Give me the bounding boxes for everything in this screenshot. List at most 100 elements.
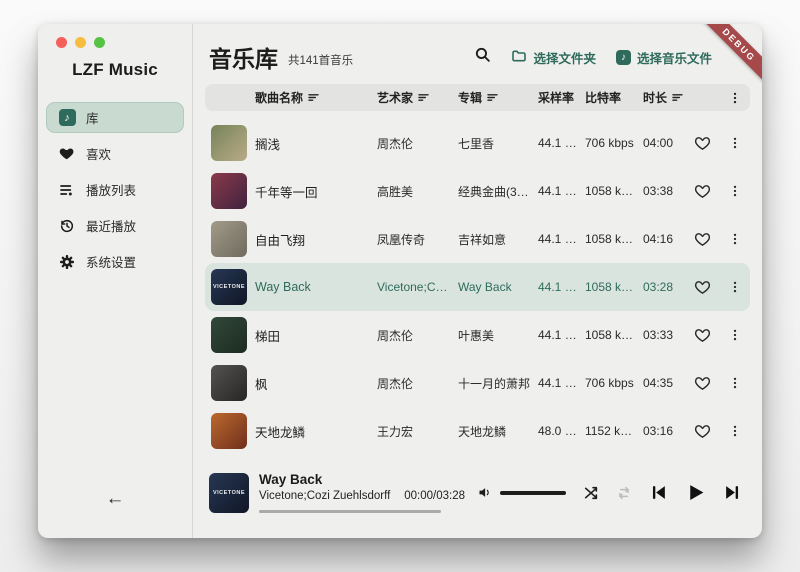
song-title: 梯田 (255, 326, 377, 345)
library-icon: ♪ (58, 109, 76, 127)
now-playing-art: VICETONE (209, 473, 249, 513)
column-header-duration[interactable]: 时长 (643, 89, 685, 106)
song-samplerate: 44.1 kHz (538, 280, 585, 294)
song-row[interactable]: 自由飞翔 凤凰传奇 吉祥如意 44.1 kHz 1058 kbps 04:16 (205, 215, 750, 263)
favorite-button[interactable] (685, 231, 720, 248)
now-playing-artist: Vicetone;Cozi Zuehlsdorff (259, 490, 390, 502)
main-content: DEBUG 音乐库 共141首音乐 (193, 24, 762, 538)
song-bitrate: 1058 kbps (585, 328, 643, 342)
heart-outline-icon (694, 135, 711, 152)
song-album: 天地龙鳞 (458, 423, 538, 440)
column-header-artist[interactable]: 艺术家 (377, 89, 458, 106)
collapse-sidebar-button[interactable]: ← (38, 488, 192, 510)
sidebar-item-recent[interactable]: 最近播放 (46, 210, 184, 241)
kebab-menu-icon (728, 376, 742, 390)
minimize-window-button[interactable] (75, 37, 86, 48)
table-header-row: 歌曲名称 艺术家 专辑 采样率 比特率 时长 (205, 84, 750, 111)
volume-button[interactable] (477, 485, 492, 500)
song-row[interactable]: 天地龙鳞 王力宏 天地龙鳞 48.0 kHz 1152 kbps 03:16 (205, 407, 750, 455)
song-row[interactable]: 搁浅 周杰伦 七里香 44.1 kHz 706 kbps 04:00 (205, 119, 750, 167)
song-artist: 周杰伦 (377, 375, 458, 392)
row-menu-button[interactable] (720, 184, 750, 198)
song-artist: 周杰伦 (377, 135, 458, 152)
favorite-button[interactable] (685, 279, 720, 296)
close-window-button[interactable] (56, 37, 67, 48)
song-samplerate: 44.1 kHz (538, 184, 585, 198)
sidebar-item-label: 播放列表 (86, 180, 136, 199)
song-album: 经典金曲(3)如果... (458, 183, 538, 200)
sidebar-item-settings[interactable]: 系统设置 (46, 246, 184, 277)
song-artist: 高胜美 (377, 183, 458, 200)
previous-track-button[interactable] (649, 483, 668, 502)
row-menu-button[interactable] (720, 136, 750, 150)
song-duration: 03:33 (643, 328, 685, 342)
sidebar-item-label: 喜欢 (86, 144, 111, 163)
song-list: 搁浅 周杰伦 七里香 44.1 kHz 706 kbps 04:00 千年等一回… (205, 119, 750, 455)
column-header-album[interactable]: 专辑 (458, 89, 538, 106)
topbar: 音乐库 共141首音乐 选择文件夹 (193, 24, 762, 84)
row-menu-button[interactable] (720, 328, 750, 342)
song-bitrate: 1152 kbps (585, 424, 643, 438)
column-header-title[interactable]: 歌曲名称 (255, 89, 377, 106)
next-track-button[interactable] (723, 483, 742, 502)
kebab-menu-icon (728, 424, 742, 438)
choose-music-files-button[interactable]: ♪ 选择音乐文件 (616, 48, 712, 67)
song-duration: 04:00 (643, 136, 685, 150)
album-art (211, 173, 247, 209)
sidebar-nav: ♪ 库 喜欢 播放列表 (38, 102, 192, 277)
sidebar-item-playlists[interactable]: 播放列表 (46, 174, 184, 205)
choose-folder-button[interactable]: 选择文件夹 (511, 48, 596, 67)
favorite-button[interactable] (685, 375, 720, 392)
row-menu-button[interactable] (720, 376, 750, 390)
favorite-button[interactable] (685, 423, 720, 440)
player-bar: VICETONE Way Back Vicetone;Cozi Zuehlsdo… (193, 455, 762, 538)
search-button[interactable] (474, 46, 491, 68)
song-row[interactable]: 千年等一回 高胜美 经典金曲(3)如果... 44.1 kHz 1058 kbp… (205, 167, 750, 215)
song-title: 千年等一回 (255, 182, 377, 201)
folder-icon (511, 48, 527, 67)
zoom-window-button[interactable] (94, 37, 105, 48)
song-bitrate: 706 kbps (585, 136, 643, 150)
song-row[interactable]: VICETONE Way Back Vicetone;Cozi Zu... Wa… (205, 263, 750, 311)
song-album: 七里香 (458, 135, 538, 152)
album-art: VICETONE (211, 269, 247, 305)
song-duration: 03:38 (643, 184, 685, 198)
play-button[interactable] (685, 482, 706, 503)
song-album: 叶惠美 (458, 327, 538, 344)
song-title: 枫 (255, 374, 377, 393)
sidebar: LZF Music ♪ 库 喜欢 播放列表 (38, 24, 193, 538)
progress-bar[interactable] (259, 510, 441, 513)
playlist-icon (58, 181, 76, 199)
kebab-menu-icon (728, 91, 742, 105)
song-count: 共141首音乐 (288, 52, 353, 68)
column-header-bitrate: 比特率 (585, 89, 643, 106)
song-row[interactable]: 梯田 周杰伦 叶惠美 44.1 kHz 1058 kbps 03:33 (205, 311, 750, 359)
sidebar-item-favorites[interactable]: 喜欢 (46, 138, 184, 169)
traffic-lights (56, 37, 105, 48)
favorite-button[interactable] (685, 327, 720, 344)
app-title: LZF Music (38, 60, 192, 80)
shuffle-button[interactable] (583, 485, 599, 501)
sidebar-item-library[interactable]: ♪ 库 (46, 102, 184, 133)
play-icon (685, 482, 706, 503)
song-title: Way Back (255, 280, 377, 294)
song-samplerate: 44.1 kHz (538, 376, 585, 390)
heart-icon (58, 145, 76, 163)
favorite-button[interactable] (685, 183, 720, 200)
sort-icon (487, 93, 498, 102)
repeat-button[interactable] (616, 485, 632, 501)
table-options-button[interactable] (720, 91, 750, 105)
song-samplerate: 48.0 kHz (538, 424, 585, 438)
row-menu-button[interactable] (720, 232, 750, 246)
volume-slider[interactable] (500, 491, 566, 495)
favorite-button[interactable] (685, 135, 720, 152)
heart-outline-icon (694, 423, 711, 440)
sort-icon (418, 93, 429, 102)
song-artist: 王力宏 (377, 423, 458, 440)
song-samplerate: 44.1 kHz (538, 328, 585, 342)
page-title: 音乐库 (209, 40, 278, 74)
gear-icon (58, 253, 76, 271)
song-row[interactable]: 枫 周杰伦 十一月的萧邦 44.1 kHz 706 kbps 04:35 (205, 359, 750, 407)
row-menu-button[interactable] (720, 280, 750, 294)
row-menu-button[interactable] (720, 424, 750, 438)
